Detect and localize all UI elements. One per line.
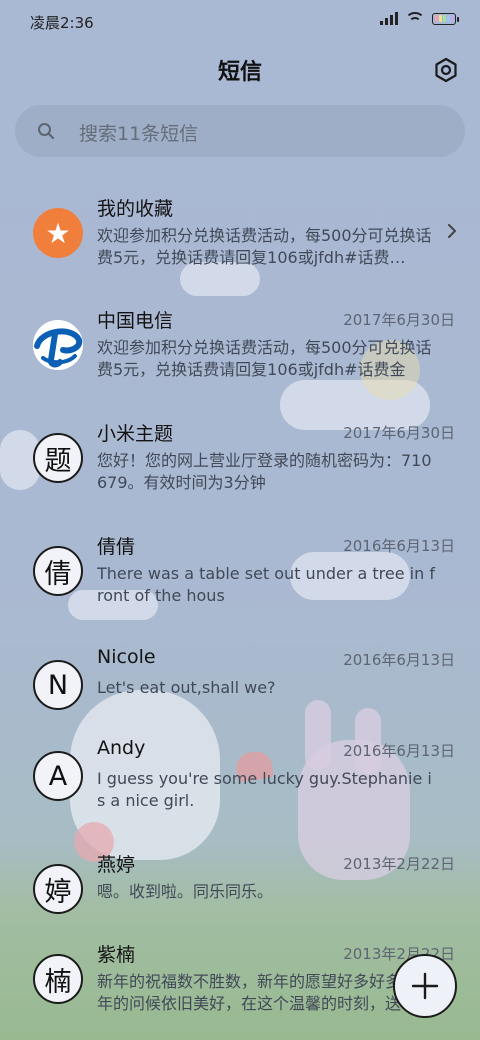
wifi-icon	[406, 12, 424, 25]
conversation-item-mi-theme[interactable]: 题 小米主题 2017年6月30日 您好！您的网上营业厅登录的随机密码为：710…	[0, 405, 480, 517]
avatar: 倩	[33, 546, 83, 596]
chevron-right-icon	[448, 224, 456, 238]
avatar: 题	[33, 433, 83, 483]
conversation-preview: 您好！您的网上营业厅登录的随机密码为：710679。有效时间为3分钟	[97, 451, 432, 492]
signal-icon	[380, 12, 398, 25]
conversation-name: 我的收藏	[97, 198, 174, 220]
status-bar: 凌晨2:36	[0, 0, 480, 44]
conversation-preview: There was a table set out under a tree i…	[97, 564, 435, 605]
plus-icon	[411, 972, 439, 1000]
conversation-name: 小米主题	[97, 423, 174, 445]
conversation-date: 2013年2月22日	[343, 855, 455, 873]
conversation-name: Nicole	[97, 646, 156, 668]
new-message-button[interactable]	[393, 954, 457, 1018]
status-time: 凌晨2:36	[30, 14, 94, 32]
conversation-item-andy[interactable]: A Andy 2016年6月13日 I guess you're some lu…	[0, 723, 480, 835]
conversation-preview: I guess you're some lucky guy.Stephanie …	[97, 769, 432, 810]
avatar: 楠	[33, 954, 83, 1004]
conversation-name: Andy	[97, 737, 146, 759]
conversation-preview: 嗯。收到啦。同乐同乐。	[97, 882, 274, 901]
search-bar[interactable]: 搜索11条短信	[15, 105, 465, 157]
conversation-item-china-telecom[interactable]: 中国电信 2017年6月30日 欢迎参加积分兑换话费活动，每500分可兑换话费5…	[0, 292, 480, 404]
conversation-name: 中国电信	[97, 310, 174, 332]
avatar: A	[33, 751, 83, 801]
conversation-preview: 新年的祝福数不胜数，新年的愿望好多好多，新年的问候依旧美好，在这个温馨的时刻，送…	[97, 972, 434, 1013]
conversation-item-favorites[interactable]: ★ 我的收藏 欢迎参加积分兑换话费活动，每500分可兑换话费5元，兑换话费请回复…	[0, 180, 480, 292]
star-icon: ★	[33, 208, 83, 258]
search-placeholder: 搜索11条短信	[79, 123, 199, 145]
settings-icon[interactable]	[432, 56, 460, 84]
conversation-date: 2017年6月30日	[343, 424, 455, 442]
status-icons	[380, 12, 459, 25]
conversation-name: 燕婷	[97, 854, 136, 876]
header: 短信	[0, 50, 480, 90]
conversation-preview: 欢迎参加积分兑换话费活动，每500分可兑换话费5元，兑换话费请回复106或jfd…	[97, 226, 432, 267]
search-icon	[38, 123, 55, 140]
china-telecom-logo	[33, 320, 83, 370]
conversation-date: 2016年6月13日	[343, 537, 455, 555]
avatar: N	[33, 660, 83, 710]
conversation-item-qianqian[interactable]: 倩 倩倩 2016年6月13日 There was a table set ou…	[0, 518, 480, 630]
battery-icon	[432, 12, 459, 25]
page-title: 短信	[217, 60, 262, 85]
conversation-name: 倩倩	[97, 536, 136, 558]
conversation-date: 2016年6月13日	[343, 742, 455, 760]
conversation-date: 2016年6月13日	[343, 651, 455, 669]
conversation-name: 紫楠	[97, 944, 136, 966]
conversation-date: 2017年6月30日	[343, 311, 455, 329]
conversation-preview: 欢迎参加积分兑换话费活动，每500分可兑换话费5元，兑换话费请回复106或jfd…	[97, 338, 432, 379]
conversation-preview: Let's eat out,shall we?	[97, 678, 276, 697]
avatar: 婷	[33, 864, 83, 914]
